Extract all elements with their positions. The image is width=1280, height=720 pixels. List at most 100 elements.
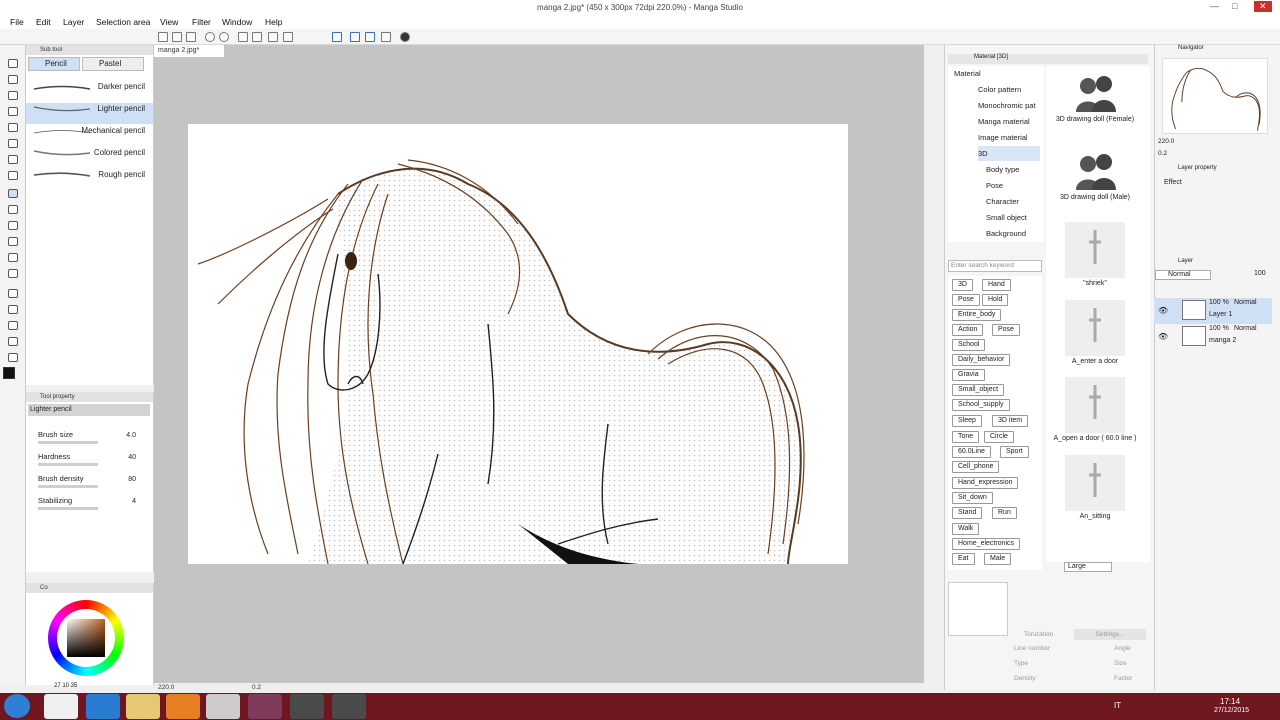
layer-name[interactable]: manga 2 bbox=[1209, 337, 1236, 344]
deselect-icon[interactable] bbox=[268, 32, 278, 42]
brush-density-value[interactable]: 80 bbox=[128, 476, 136, 483]
tag-gravia[interactable]: Gravia bbox=[952, 369, 985, 381]
move-tool-icon[interactable] bbox=[8, 107, 18, 116]
brush-size-value[interactable]: 4.0 bbox=[126, 432, 136, 439]
minimize-button[interactable]: — bbox=[1210, 1, 1219, 11]
tag-3d[interactable]: 3D bbox=[952, 279, 973, 291]
document-tab[interactable]: manga 2.jpg* bbox=[154, 45, 224, 57]
hardness-value[interactable]: 40 bbox=[128, 454, 136, 461]
tag-walk[interactable]: Walk bbox=[952, 523, 980, 535]
tag-entire-body[interactable]: Entire_body bbox=[952, 309, 1002, 321]
saturation-square[interactable] bbox=[67, 619, 105, 657]
brush-tool-icon[interactable] bbox=[8, 205, 18, 214]
brush-density-row[interactable]: Brush density 80 bbox=[38, 474, 148, 492]
hardness-slider[interactable] bbox=[38, 463, 98, 466]
clear-icon[interactable] bbox=[238, 32, 248, 42]
tag-pose[interactable]: Pose bbox=[952, 294, 980, 306]
fill-tool-icon[interactable] bbox=[8, 289, 18, 298]
tag-male[interactable]: Male bbox=[984, 553, 1012, 565]
menu-edit[interactable]: Edit bbox=[36, 17, 51, 27]
transform-icon[interactable] bbox=[252, 32, 262, 42]
start-button-icon[interactable] bbox=[4, 694, 30, 718]
material-item-male[interactable]: 3D drawing doll (Male) bbox=[1048, 152, 1142, 201]
layer-name[interactable]: Layer 1 bbox=[1209, 311, 1232, 318]
layer-row-layer1[interactable]: 👁 100 % Normal Layer 1 bbox=[1154, 298, 1272, 324]
hardness-row[interactable]: Hardness 40 bbox=[38, 452, 148, 470]
tag-run[interactable]: Run bbox=[992, 507, 1017, 519]
drawing-canvas[interactable] bbox=[188, 124, 848, 565]
gradient-tool-icon[interactable] bbox=[8, 305, 18, 314]
tag-hold[interactable]: Hold bbox=[982, 294, 1009, 306]
material-search-input[interactable]: Enter search keyword bbox=[948, 260, 1042, 272]
ie-icon[interactable] bbox=[86, 694, 120, 719]
tag-hand-expression[interactable]: Hand_expression bbox=[952, 477, 1019, 489]
media-player-icon[interactable] bbox=[166, 694, 200, 719]
menu-file[interactable]: File bbox=[10, 17, 24, 27]
balloon-tool-icon[interactable] bbox=[8, 353, 18, 362]
pencil-tool-icon[interactable] bbox=[8, 189, 18, 198]
ruler-snap-icon[interactable] bbox=[350, 32, 360, 42]
save-icon[interactable] bbox=[186, 32, 196, 42]
tag-home-electronics[interactable]: Home_electronics bbox=[952, 538, 1021, 550]
navigator-zoom[interactable]: 220.0 bbox=[1158, 138, 1174, 145]
snap-icon[interactable] bbox=[332, 32, 342, 42]
tag-small-object[interactable]: Small_object bbox=[952, 384, 1005, 396]
material-item-enter-door[interactable]: A_enter a door bbox=[1048, 300, 1142, 365]
zoom-readout[interactable]: 220.0 bbox=[158, 684, 174, 691]
material-item-sitting[interactable]: An_sitting bbox=[1048, 455, 1142, 520]
clock-date[interactable]: 27/12/2015 bbox=[1214, 707, 1249, 714]
close-button[interactable]: ✕ bbox=[1254, 1, 1272, 12]
crop-icon[interactable] bbox=[283, 32, 293, 42]
undo-icon[interactable] bbox=[205, 32, 215, 42]
zoom-tool-icon[interactable] bbox=[8, 59, 18, 68]
stabilizing-row[interactable]: Stabilizing 4 bbox=[38, 496, 148, 514]
thumbnail-size-select[interactable]: Large bbox=[1064, 562, 1112, 572]
material-item-female[interactable]: 3D drawing doll (Female) bbox=[1048, 74, 1142, 123]
tab-pastel[interactable]: Pastel bbox=[82, 57, 144, 71]
hand-tool-icon[interactable] bbox=[8, 75, 18, 84]
tag-hand[interactable]: Hand bbox=[982, 279, 1011, 291]
settings-icon[interactable] bbox=[381, 32, 391, 42]
text-tool-icon[interactable] bbox=[8, 337, 18, 346]
tag-cell-phone[interactable]: Cell_phone bbox=[952, 461, 1000, 473]
app2-icon[interactable] bbox=[290, 694, 324, 719]
visibility-eye-icon[interactable]: 👁 bbox=[1158, 332, 1168, 341]
eraser-tool-icon[interactable] bbox=[8, 253, 18, 262]
tag-action[interactable]: Action bbox=[952, 324, 984, 336]
chrome-icon[interactable] bbox=[44, 694, 78, 719]
decoration-tool-icon[interactable] bbox=[8, 237, 18, 246]
tag-eat[interactable]: Eat bbox=[952, 553, 975, 565]
tag-tone[interactable]: Tone bbox=[952, 431, 980, 443]
language-indicator[interactable]: IT bbox=[1114, 701, 1121, 710]
tag-stand[interactable]: Stand bbox=[952, 507, 983, 519]
tag-line[interactable]: 60.0Line bbox=[952, 446, 991, 458]
navigator-preview[interactable] bbox=[1162, 58, 1268, 134]
app3-icon[interactable] bbox=[332, 694, 366, 719]
tag-circle[interactable]: Circle bbox=[984, 431, 1014, 443]
layer-row-manga2[interactable]: 👁 100 % Normal manga 2 bbox=[1154, 324, 1272, 350]
open-icon[interactable] bbox=[172, 32, 182, 42]
tag-sleep[interactable]: Sleep bbox=[952, 415, 982, 427]
menu-layer[interactable]: Layer bbox=[63, 17, 84, 27]
tag-school[interactable]: School bbox=[952, 339, 986, 351]
navigator-angle[interactable]: 0.2 bbox=[1158, 150, 1167, 157]
blend-mode-select[interactable]: Normal bbox=[1155, 270, 1211, 280]
airbrush-tool-icon[interactable] bbox=[8, 221, 18, 230]
brush-size-row[interactable]: Brush size 4.0 bbox=[38, 430, 148, 448]
material-item-open-door[interactable]: A_open a door ( 60.0 line ) bbox=[1048, 377, 1142, 442]
brush-darker-pencil[interactable]: Darker pencil bbox=[26, 81, 153, 102]
tag-school-supply[interactable]: School_supply bbox=[952, 399, 1010, 411]
manga-studio-icon[interactable] bbox=[248, 694, 282, 719]
stabilizing-slider[interactable] bbox=[38, 507, 98, 510]
brush-density-slider[interactable] bbox=[38, 485, 98, 488]
rotate-tool-icon[interactable] bbox=[8, 91, 18, 100]
tag-sport[interactable]: Sport bbox=[1000, 446, 1029, 458]
menu-help[interactable]: Help bbox=[265, 17, 282, 27]
figure-tool-icon[interactable] bbox=[8, 321, 18, 330]
visibility-eye-icon[interactable]: 👁 bbox=[1158, 306, 1168, 315]
brush-mechanical-pencil[interactable]: Mechanical pencil bbox=[26, 125, 153, 146]
clock-time[interactable]: 17:14 bbox=[1220, 697, 1240, 706]
hue-ring[interactable] bbox=[48, 600, 124, 676]
layer-opacity[interactable]: 100 bbox=[1254, 270, 1266, 277]
tag-sit-down[interactable]: Sit_down bbox=[952, 492, 993, 504]
